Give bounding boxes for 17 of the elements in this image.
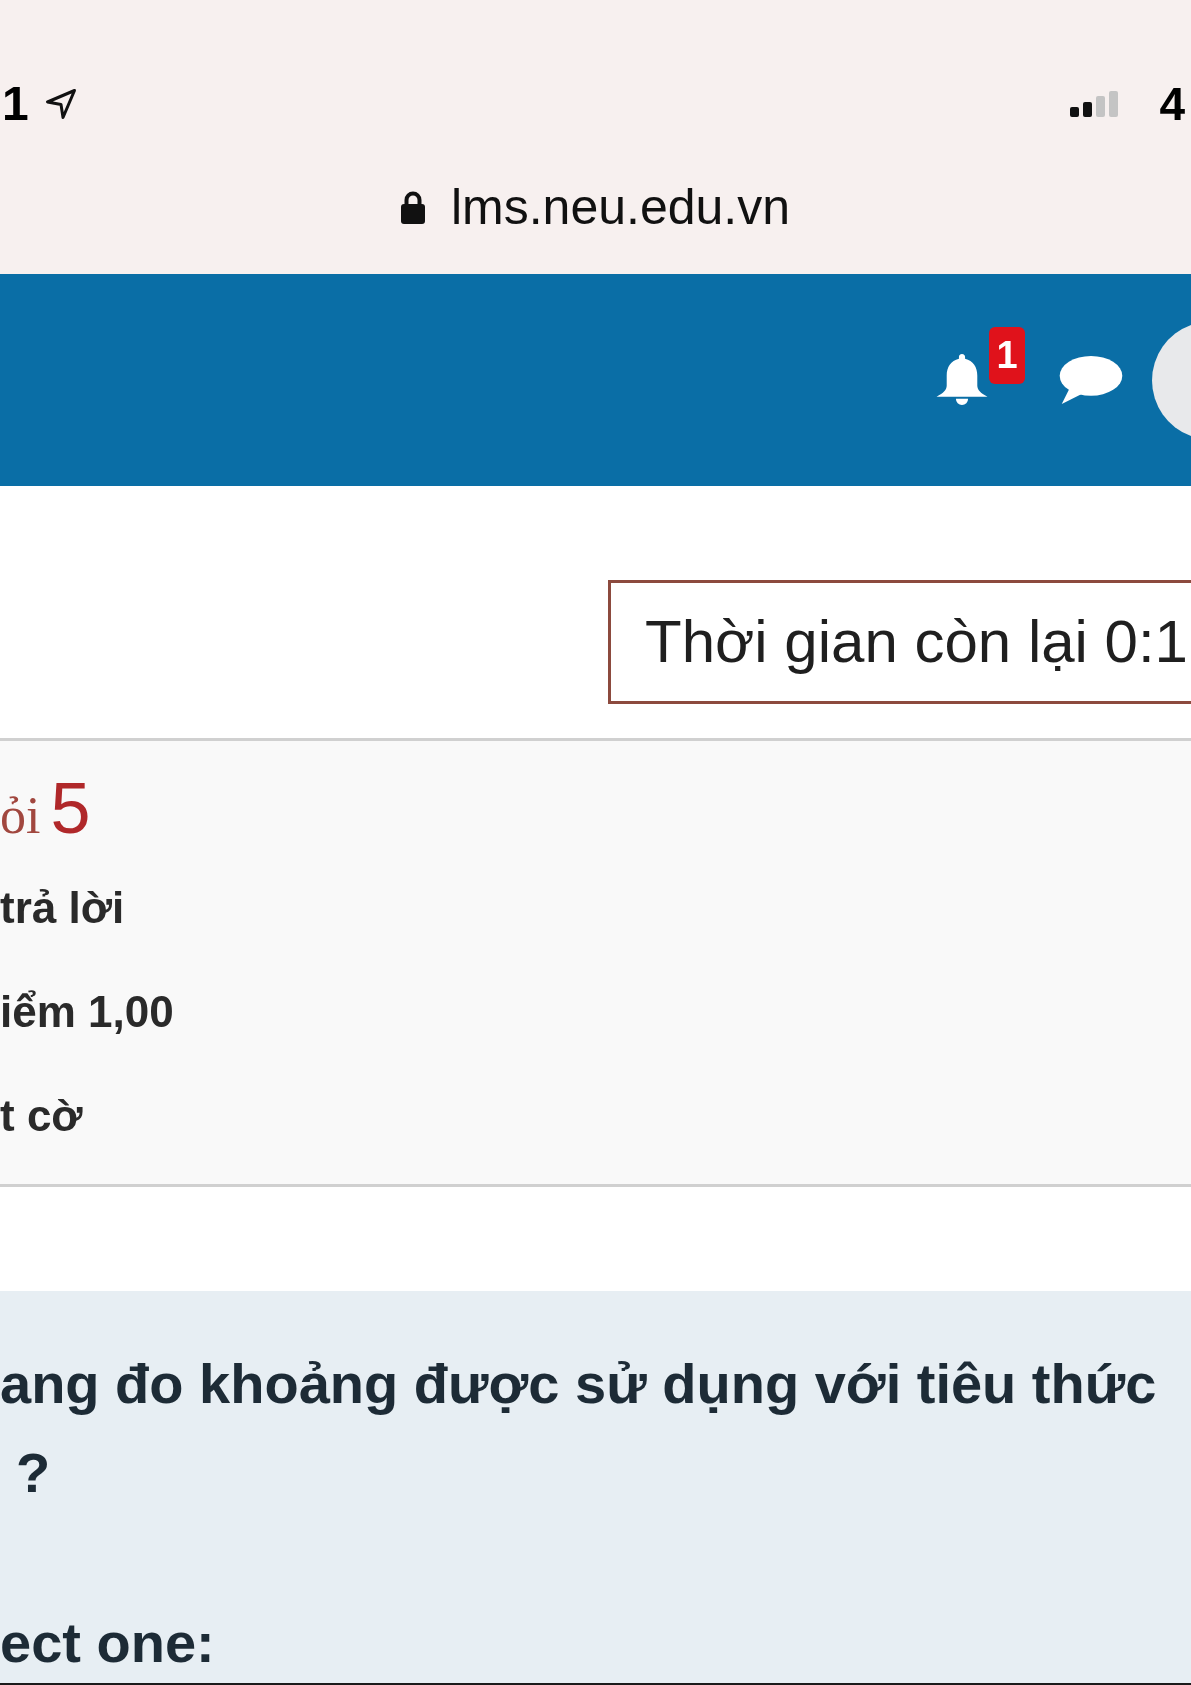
question-text: ang đo khoảng được sử dụng với tiêu thức ? bbox=[0, 1351, 1158, 1506]
status-time: 1 bbox=[1, 80, 29, 128]
network-type: 4 bbox=[1159, 81, 1185, 127]
location-arrow-icon bbox=[44, 88, 77, 120]
lock-icon bbox=[400, 190, 425, 224]
flag-question-link[interactable]: t cờ bbox=[0, 1094, 83, 1138]
url-text[interactable]: lms.neu.edu.vn bbox=[450, 182, 791, 232]
question-label: ỏi bbox=[0, 790, 41, 842]
signal-bars-icon bbox=[1070, 91, 1119, 117]
notification-badge: 1 bbox=[989, 326, 1025, 384]
answer-prompt: ect one: bbox=[0, 1615, 216, 1671]
marks-text: iểm 1,00 bbox=[0, 990, 174, 1034]
time-remaining: Thời gian còn lại 0:1 bbox=[645, 612, 1188, 672]
question-number: 5 bbox=[50, 772, 91, 844]
chat-bubble-icon[interactable] bbox=[1059, 356, 1123, 404]
answer-status: trả lời bbox=[0, 886, 125, 930]
avatar-icon[interactable] bbox=[1152, 324, 1191, 436]
